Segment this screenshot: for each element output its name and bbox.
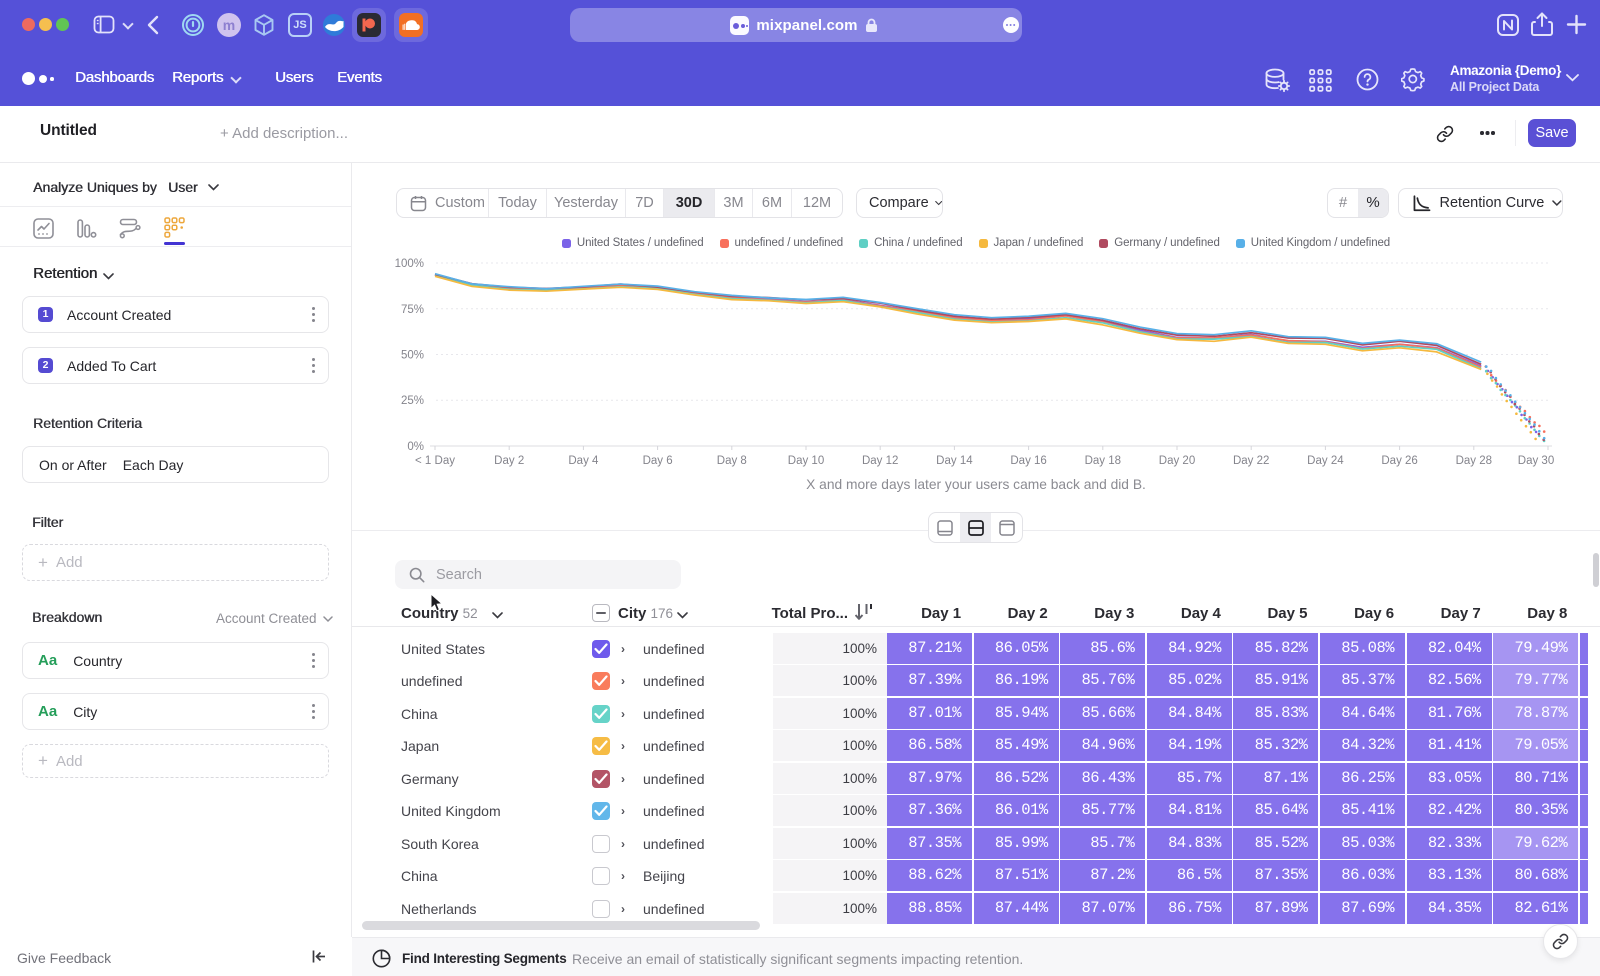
svg-text:Day 24: Day 24: [1307, 455, 1344, 467]
svg-text:Day 10: Day 10: [788, 455, 824, 467]
svg-text:Day 16: Day 16: [1010, 455, 1046, 467]
svg-text:Day 26: Day 26: [1381, 455, 1417, 467]
svg-text:Day 18: Day 18: [1085, 455, 1121, 467]
svg-text:Day 30: Day 30: [1518, 455, 1554, 467]
svg-text:< 1 Day: < 1 Day: [415, 455, 455, 467]
svg-text:Day 4: Day 4: [568, 455, 599, 467]
svg-text:Day 12: Day 12: [862, 455, 898, 467]
svg-text:Day 22: Day 22: [1233, 455, 1269, 467]
svg-text:75%: 75%: [401, 304, 424, 316]
svg-text:Day 28: Day 28: [1456, 455, 1492, 467]
svg-text:Day 20: Day 20: [1159, 455, 1195, 467]
svg-text:25%: 25%: [401, 395, 424, 407]
svg-text:0%: 0%: [407, 441, 424, 453]
svg-text:Day 6: Day 6: [643, 455, 673, 467]
svg-text:100%: 100%: [395, 258, 424, 270]
svg-text:50%: 50%: [401, 350, 424, 362]
svg-text:Day 2: Day 2: [494, 455, 524, 467]
svg-text:Day 8: Day 8: [717, 455, 747, 467]
svg-text:Day 14: Day 14: [936, 455, 973, 467]
